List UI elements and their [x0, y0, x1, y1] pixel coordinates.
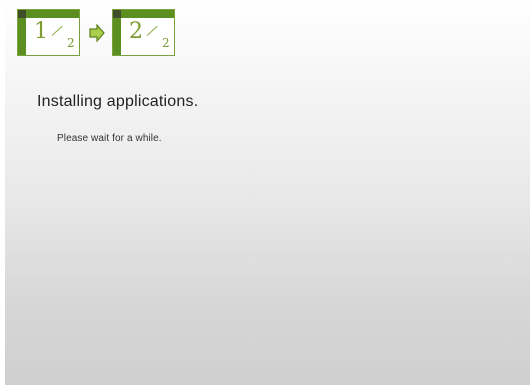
step-2-denominator: 2 [162, 36, 170, 50]
step-2-indicator: 2 2 [112, 9, 175, 56]
step-1-top-bar [18, 10, 79, 18]
step-2-fraction-slash [146, 25, 158, 36]
step-1-numerator: 1 [34, 19, 48, 44]
step-1-corner [18, 10, 26, 18]
step-1-denominator: 2 [67, 36, 75, 50]
step-1-fraction-slash [51, 25, 63, 36]
page-title: Installing applications. [37, 93, 199, 110]
installer-panel: 1 2 2 2 Installing applications. Please … [5, 0, 530, 385]
step-1-indicator: 1 2 [17, 9, 80, 56]
right-arrow-icon [89, 23, 105, 42]
status-message: Please wait for a while. [57, 133, 162, 144]
step-2-top-bar [113, 10, 174, 18]
installer-screen: 1 2 2 2 Installing applications. Please … [0, 0, 530, 385]
step-2-numerator: 2 [129, 19, 143, 44]
step-progress: 1 2 2 2 [17, 9, 175, 56]
step-2-corner [113, 10, 121, 18]
